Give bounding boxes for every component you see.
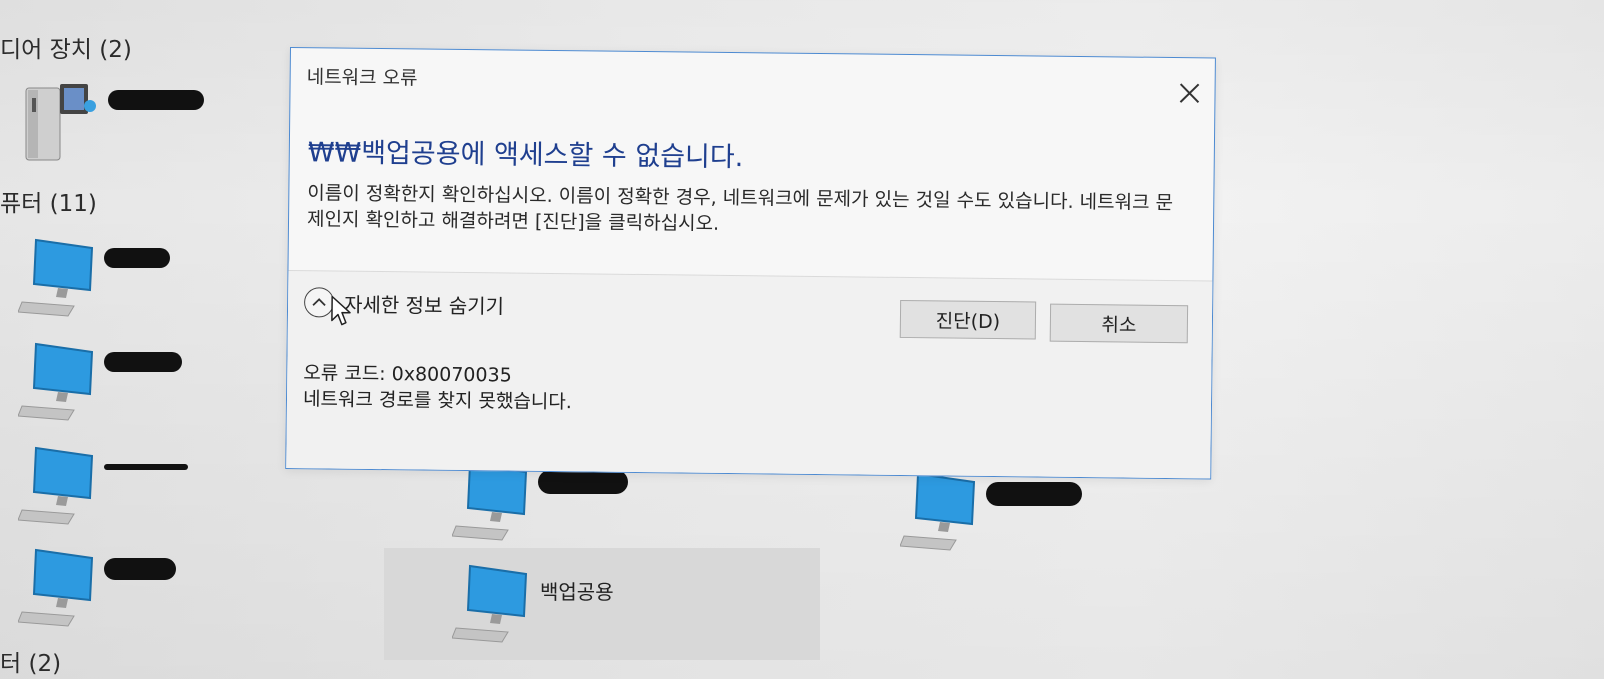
computer-icon xyxy=(900,472,976,551)
close-button[interactable] xyxy=(1176,80,1202,106)
redacted-label xyxy=(104,558,176,580)
mouse-pointer-icon xyxy=(331,295,351,326)
computer-icon xyxy=(18,238,94,317)
dialog-message: 이름이 정확한지 확인하십시오. 이름이 정확한 경우, 네트워크에 문제가 있… xyxy=(306,182,1174,235)
close-icon xyxy=(1179,83,1200,104)
computer-item[interactable] xyxy=(900,470,1140,560)
section-header-media-devices: 디어 장치 (2) xyxy=(0,37,132,63)
media-device-item[interactable] xyxy=(22,78,262,168)
media-server-icon xyxy=(25,84,96,161)
computer-icon xyxy=(18,342,94,421)
computer-icon xyxy=(452,564,528,643)
redacted-label xyxy=(108,90,204,110)
computer-item[interactable] xyxy=(452,460,692,550)
cancel-button[interactable]: 취소 xyxy=(1049,303,1189,344)
redacted-label xyxy=(538,470,628,494)
computer-item[interactable] xyxy=(18,236,258,326)
redacted-label xyxy=(104,248,170,268)
details-toggle-label: 자세한 정보 숨기기 xyxy=(343,292,505,318)
dialog-heading: ₩₩백업공용에 액세스할 수 없습니다. xyxy=(307,137,744,174)
error-code: 오류 코드: 0x80070035 xyxy=(303,362,512,387)
redacted-label xyxy=(104,352,182,372)
computer-item[interactable] xyxy=(18,340,258,430)
diagnose-button[interactable]: 진단(D) xyxy=(899,299,1037,340)
computer-icon xyxy=(452,462,528,541)
section-header-printers: 터 (2) xyxy=(0,651,62,677)
computer-item[interactable] xyxy=(18,546,258,636)
section-header-computers: 퓨터 (11) xyxy=(0,191,97,217)
dialog-title: 네트워크 오류 xyxy=(306,66,418,90)
computer-item[interactable] xyxy=(18,444,258,534)
computer-icon xyxy=(18,446,94,525)
redacted-label xyxy=(986,482,1082,506)
error-description: 네트워크 경로를 찾지 못했습니다. xyxy=(302,388,573,414)
computer-label: 백업공용 xyxy=(540,580,614,604)
computer-item-backup[interactable]: 백업공용 xyxy=(452,562,692,652)
network-error-dialog: 네트워크 오류 ₩₩백업공용에 액세스할 수 없습니다. 이름이 정확한지 확인… xyxy=(285,47,1216,480)
computer-icon xyxy=(18,548,94,627)
redacted-label xyxy=(104,464,188,470)
